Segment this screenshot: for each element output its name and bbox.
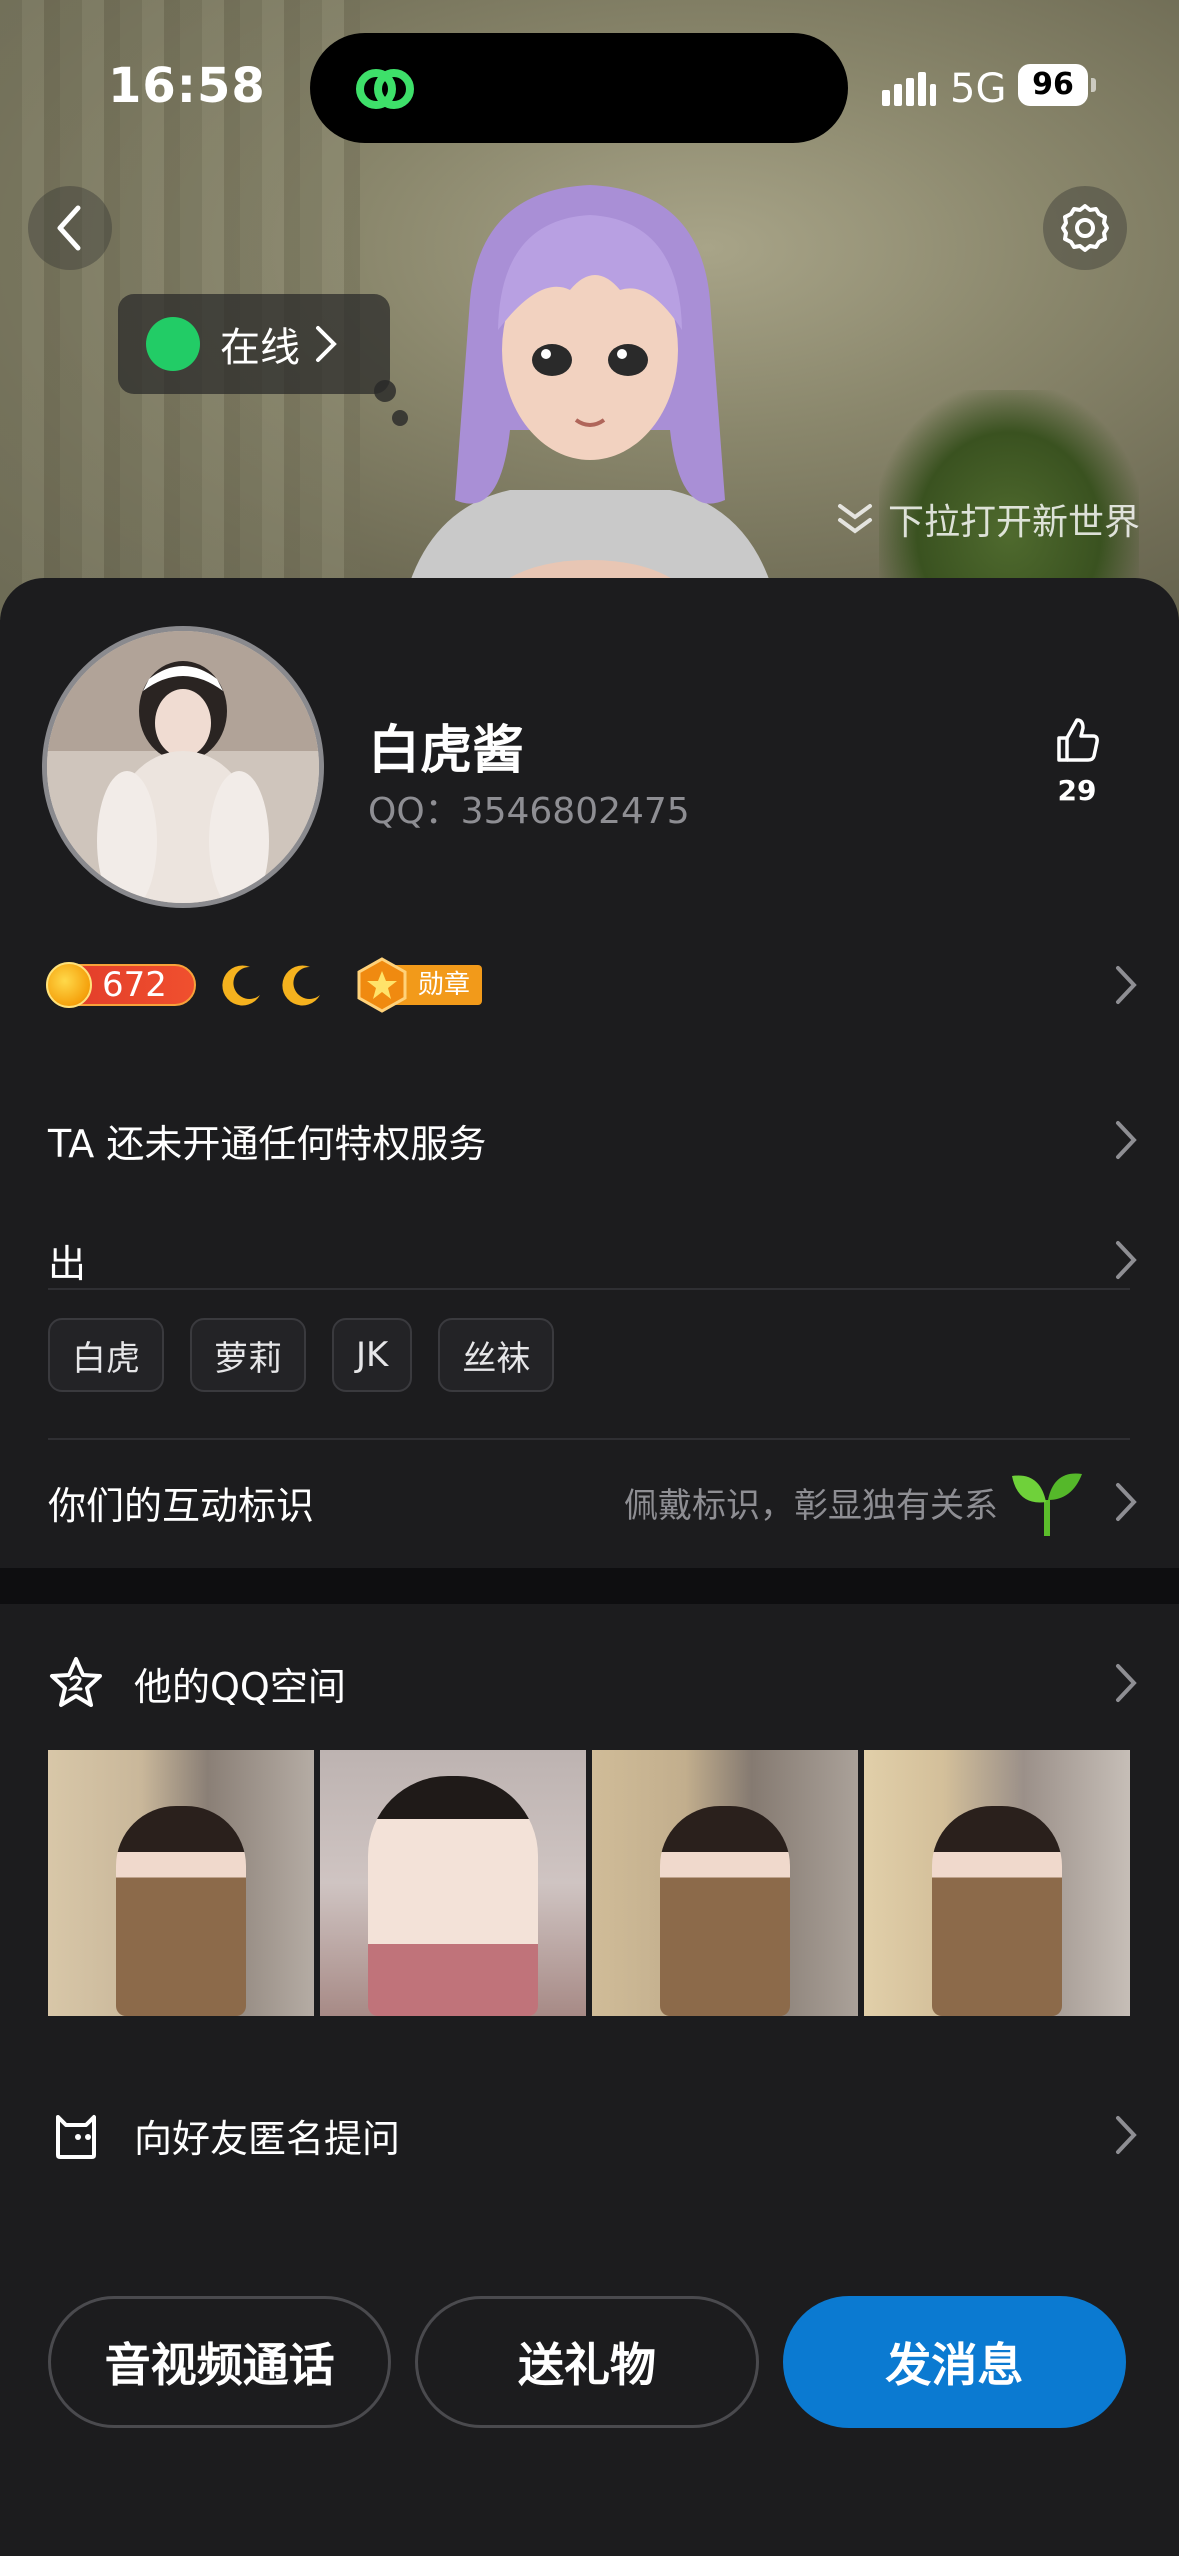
dynamic-island[interactable]	[310, 33, 848, 143]
qq-number[interactable]: QQ：3546802475	[368, 782, 690, 834]
qzone-label: 他的QQ空间	[134, 1664, 346, 1709]
moon-icon	[222, 965, 260, 1006]
chevron-right-icon	[1116, 1121, 1137, 1159]
person-figure	[660, 1806, 790, 2016]
sun-coin-icon	[46, 962, 92, 1008]
back-button[interactable]	[28, 186, 112, 270]
tag-chip[interactable]: 白虎	[48, 1318, 164, 1392]
hero-banner[interactable]: 16:58 5G 96 在线 下拉打开新世界	[0, 0, 1179, 620]
qzone-photo[interactable]	[48, 1750, 314, 2016]
clock: 16:58	[108, 58, 266, 114]
chevron-right-icon	[1116, 1664, 1137, 1702]
like-button[interactable]: 29	[1040, 716, 1114, 807]
gear-icon	[1061, 204, 1109, 252]
qzone-row[interactable]: 他的QQ空间	[48, 1648, 1138, 1718]
privilege-text: TA 还未开通任何特权服务	[48, 1121, 487, 1166]
star-hexagon-icon	[357, 957, 407, 1013]
avatar-photo	[47, 631, 319, 903]
interaction-mark-row[interactable]: 你们的互动标识 佩戴标识，彰显独有关系	[48, 1462, 1138, 1542]
network-type: 5G	[950, 66, 1007, 112]
star-icon	[50, 1657, 102, 1707]
divider	[48, 1438, 1130, 1440]
video-call-button[interactable]: 音视频通话	[48, 2296, 392, 2428]
battery-icon: 96	[1018, 64, 1096, 106]
avatar[interactable]	[42, 626, 324, 908]
action-bar: 音视频通话 送礼物 发消息	[48, 2296, 1126, 2428]
online-status-pill[interactable]: 在线	[118, 294, 390, 394]
qzone-photo-strip	[48, 1750, 1130, 2016]
interaction-hint: 佩戴标识，彰显独有关系	[624, 1485, 998, 1526]
qzone-photo[interactable]	[864, 1750, 1130, 2016]
person-figure	[116, 1806, 246, 2016]
thought-bubble-dot	[392, 410, 408, 426]
send-message-button[interactable]: 发消息	[782, 2296, 1126, 2428]
sprout-icon	[1012, 1473, 1082, 1536]
settings-button[interactable]	[1043, 186, 1127, 270]
profile-card: 白虎酱 QQ：3546802475 29 672 勋章 TA 还未开通任何特权服…	[0, 578, 1179, 1568]
medal-badge: 勋章	[354, 957, 483, 1013]
status-bar: 16:58 5G 96	[0, 0, 1179, 170]
tag-list: 白虎 萝莉 JK 丝袜	[48, 1318, 555, 1392]
chevron-left-icon	[57, 205, 81, 251]
signal-icon	[882, 72, 936, 106]
qzone-photo[interactable]	[592, 1750, 858, 2016]
link-loop-icon	[356, 69, 414, 109]
person-figure	[368, 1776, 538, 2016]
3d-avatar-character[interactable]	[380, 180, 800, 620]
level-number: 672	[102, 965, 167, 1005]
pull-hint-text: 下拉打开新世界	[888, 502, 1141, 543]
tag-chip[interactable]: JK	[332, 1318, 413, 1392]
online-status-text: 在线	[220, 325, 300, 371]
chevron-right-icon	[1116, 1483, 1137, 1521]
send-gift-button[interactable]: 送礼物	[415, 2296, 759, 2428]
thought-bubble-dot	[374, 380, 396, 402]
chevron-right-icon	[1116, 966, 1137, 1004]
chevron-right-icon	[1116, 1241, 1137, 1279]
pull-down-hint[interactable]: 下拉打开新世界	[836, 494, 1140, 544]
tag-chip[interactable]: 丝袜	[438, 1318, 555, 1392]
signature-text: 出	[48, 1241, 87, 1286]
tag-chip[interactable]: 萝莉	[190, 1318, 306, 1392]
level-badge: 672	[46, 962, 196, 1008]
moon-icon	[282, 965, 320, 1006]
interaction-label: 你们的互动标识	[48, 1483, 315, 1528]
chevron-right-icon	[1116, 2116, 1137, 2154]
chevron-right-icon	[316, 326, 337, 362]
double-chevron-down-icon	[838, 504, 872, 534]
section-separator	[0, 1568, 1179, 1604]
privilege-row[interactable]: TA 还未开通任何特权服务	[48, 1100, 1138, 1180]
like-count: 29	[1057, 774, 1097, 807]
anonymous-question-row[interactable]: 向好友匿名提问	[48, 2100, 1138, 2170]
qzone-photo[interactable]	[320, 1750, 586, 2016]
level-badges-row[interactable]: 672 勋章	[46, 952, 1138, 1018]
thumbs-up-icon	[1057, 718, 1099, 762]
ask-label: 向好友匿名提问	[134, 2116, 401, 2161]
person-figure	[932, 1806, 1062, 2016]
cat-box-icon	[56, 2115, 96, 2159]
divider	[48, 1288, 1130, 1290]
profile-name: 白虎酱	[368, 721, 525, 781]
online-dot	[146, 317, 200, 371]
